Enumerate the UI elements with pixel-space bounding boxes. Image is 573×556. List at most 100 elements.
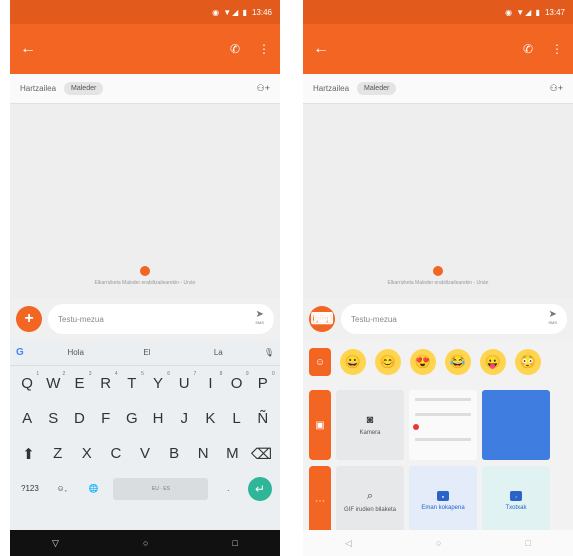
emoji-2[interactable]: 😊 <box>375 349 401 375</box>
key-label: E <box>74 375 85 392</box>
key-label: U <box>178 375 190 392</box>
phone-icon[interactable]: ✆ <box>523 42 533 56</box>
image-thumbnail[interactable] <box>482 390 550 460</box>
recipient-chip[interactable]: Maleder <box>64 82 104 95</box>
key-h[interactable]: H <box>146 410 170 427</box>
nav-recents-icon[interactable]: □ <box>526 538 531 548</box>
key-row-4: ?123 ☺, 🌐 EU · ES . ↵ <box>10 471 280 506</box>
key-n-tilde[interactable]: Ñ <box>251 410 275 427</box>
key-f[interactable]: F <box>94 410 118 427</box>
search-icon: ⌕ <box>366 489 374 502</box>
recipient-chip[interactable]: Maleder <box>357 82 397 95</box>
key-t[interactable]: T5 <box>120 371 144 392</box>
send-button[interactable]: ➤ SMS <box>255 310 264 327</box>
key-y[interactable]: Y6 <box>146 371 170 392</box>
app-bar: ← ✆ ⋮ <box>10 24 280 74</box>
add-person-icon[interactable]: ⚇+ <box>550 83 563 94</box>
key-i[interactable]: I8 <box>198 371 222 392</box>
add-attachment-button[interactable]: + <box>16 306 42 332</box>
contact-dot <box>140 266 150 276</box>
key-row-1: Q1 W2 E3 R4 T5 Y6 U7 I8 O9 P0 <box>10 366 280 401</box>
camera-tile[interactable]: ◙ Kamera <box>336 390 404 460</box>
key-a[interactable]: A <box>15 410 39 427</box>
screenshot-thumbnail[interactable] <box>409 390 477 460</box>
key-x[interactable]: X <box>75 445 99 462</box>
key-u[interactable]: U7 <box>172 371 196 392</box>
more-options-icon[interactable]: ⋮ <box>258 42 270 56</box>
tools-row: ⋯ ⌕ GIF irudien bilaketa ● Eman kokapena… <box>303 466 573 536</box>
emoji-6[interactable]: 😳 <box>515 349 541 375</box>
key-z[interactable]: Z <box>46 445 70 462</box>
suggestion-bar: G Hola El La 🎙 <box>10 340 280 366</box>
key-alt: 1 <box>36 371 40 377</box>
key-s[interactable]: S <box>41 410 65 427</box>
google-g-icon[interactable]: G <box>16 347 40 358</box>
space-bar[interactable]: EU · ES <box>113 477 209 500</box>
send-button[interactable]: ➤ SMS <box>548 310 557 327</box>
key-n[interactable]: N <box>191 445 215 462</box>
key-b[interactable]: B <box>162 445 186 462</box>
key-q[interactable]: Q1 <box>15 371 39 392</box>
location-tile[interactable]: ● Eman kokapena <box>409 466 477 536</box>
nav-back-icon[interactable]: ◁ <box>345 538 352 549</box>
key-row-2: A S D F G H J K L Ñ <box>10 401 280 436</box>
suggestion-1[interactable]: Hola <box>40 348 111 357</box>
symbols-key[interactable]: ?123 <box>18 484 42 493</box>
nav-recents-icon[interactable]: □ <box>233 538 238 548</box>
enter-button[interactable]: ↵ <box>248 476 273 501</box>
key-row-3: ⬆ Z X C V B N M ⌫ <box>10 436 280 471</box>
key-v[interactable]: V <box>133 445 157 462</box>
emoji-comma-key[interactable]: ☺, <box>50 484 74 493</box>
contact-dot <box>433 266 443 276</box>
globe-icon[interactable]: 🌐 <box>82 484 106 493</box>
screen-attachments: ◉ ▼◢ ▮ 13:47 ← ✆ ⋮ Hartzailea Maleder ⚇+… <box>303 0 573 556</box>
key-e[interactable]: E3 <box>67 371 91 392</box>
keyboard-toggle-button[interactable]: ⌨ <box>309 306 335 332</box>
status-icons: ◉ ▼◢ ▮ <box>505 7 541 17</box>
send-sms-label: SMS <box>548 320 557 325</box>
key-d[interactable]: D <box>67 410 91 427</box>
key-g[interactable]: G <box>120 410 144 427</box>
phone-icon[interactable]: ✆ <box>230 42 240 56</box>
emoji-3[interactable]: 😍 <box>410 349 436 375</box>
key-w[interactable]: W2 <box>41 371 65 392</box>
thumb-dot <box>413 424 419 430</box>
back-arrow-icon[interactable]: ← <box>313 40 329 58</box>
key-m[interactable]: M <box>220 445 244 462</box>
period-key[interactable]: . <box>216 484 240 493</box>
message-input[interactable]: Testu-mezua ➤ SMS <box>48 304 274 334</box>
suggestion-2[interactable]: El <box>111 348 182 357</box>
key-c[interactable]: C <box>104 445 128 462</box>
more-options-icon[interactable]: ⋮ <box>551 42 563 56</box>
add-person-icon[interactable]: ⚇+ <box>257 83 270 94</box>
shift-icon[interactable]: ⬆ <box>17 445 41 463</box>
emoji-1[interactable]: 😀 <box>340 349 366 375</box>
back-arrow-icon[interactable]: ← <box>20 40 36 58</box>
keyboard: G Hola El La 🎙 Q1 W2 E3 R4 T5 Y6 U7 I8 O… <box>10 340 280 556</box>
gif-search-tile[interactable]: ⌕ GIF irudien bilaketa <box>336 466 404 536</box>
key-o[interactable]: O9 <box>225 371 249 392</box>
audio-tile[interactable]: ♪ Txotxak <box>482 466 550 536</box>
key-k[interactable]: K <box>198 410 222 427</box>
gallery-icon[interactable]: ▣ <box>309 390 331 460</box>
sticker-icon[interactable]: ☺ <box>309 348 331 376</box>
screen-keyboard: ◉ ▼◢ ▮ 13:46 ← ✆ ⋮ Hartzailea Maleder ⚇+… <box>10 0 280 556</box>
emoji-5[interactable]: 😛 <box>480 349 506 375</box>
nav-home-icon[interactable]: ○ <box>143 538 148 548</box>
thumb-line <box>415 413 471 416</box>
key-j[interactable]: J <box>172 410 196 427</box>
emoji-row: ☺ 😀 😊 😍 😂 😛 😳 <box>303 340 573 384</box>
nav-home-icon[interactable]: ○ <box>436 538 441 548</box>
key-p[interactable]: P0 <box>251 371 275 392</box>
key-label: R <box>100 375 112 392</box>
key-r[interactable]: R4 <box>94 371 117 392</box>
mic-icon[interactable]: 🎙 <box>254 348 274 357</box>
emoji-4[interactable]: 😂 <box>445 349 471 375</box>
suggestion-3[interactable]: La <box>183 348 254 357</box>
more-tools-icon[interactable]: ⋯ <box>309 466 331 536</box>
message-placeholder: Testu-mezua <box>351 314 397 324</box>
key-l[interactable]: L <box>225 410 249 427</box>
message-input[interactable]: Testu-mezua ➤ SMS <box>341 304 567 334</box>
backspace-icon[interactable]: ⌫ <box>249 445 273 463</box>
nav-back-icon[interactable]: ▽ <box>52 538 59 549</box>
